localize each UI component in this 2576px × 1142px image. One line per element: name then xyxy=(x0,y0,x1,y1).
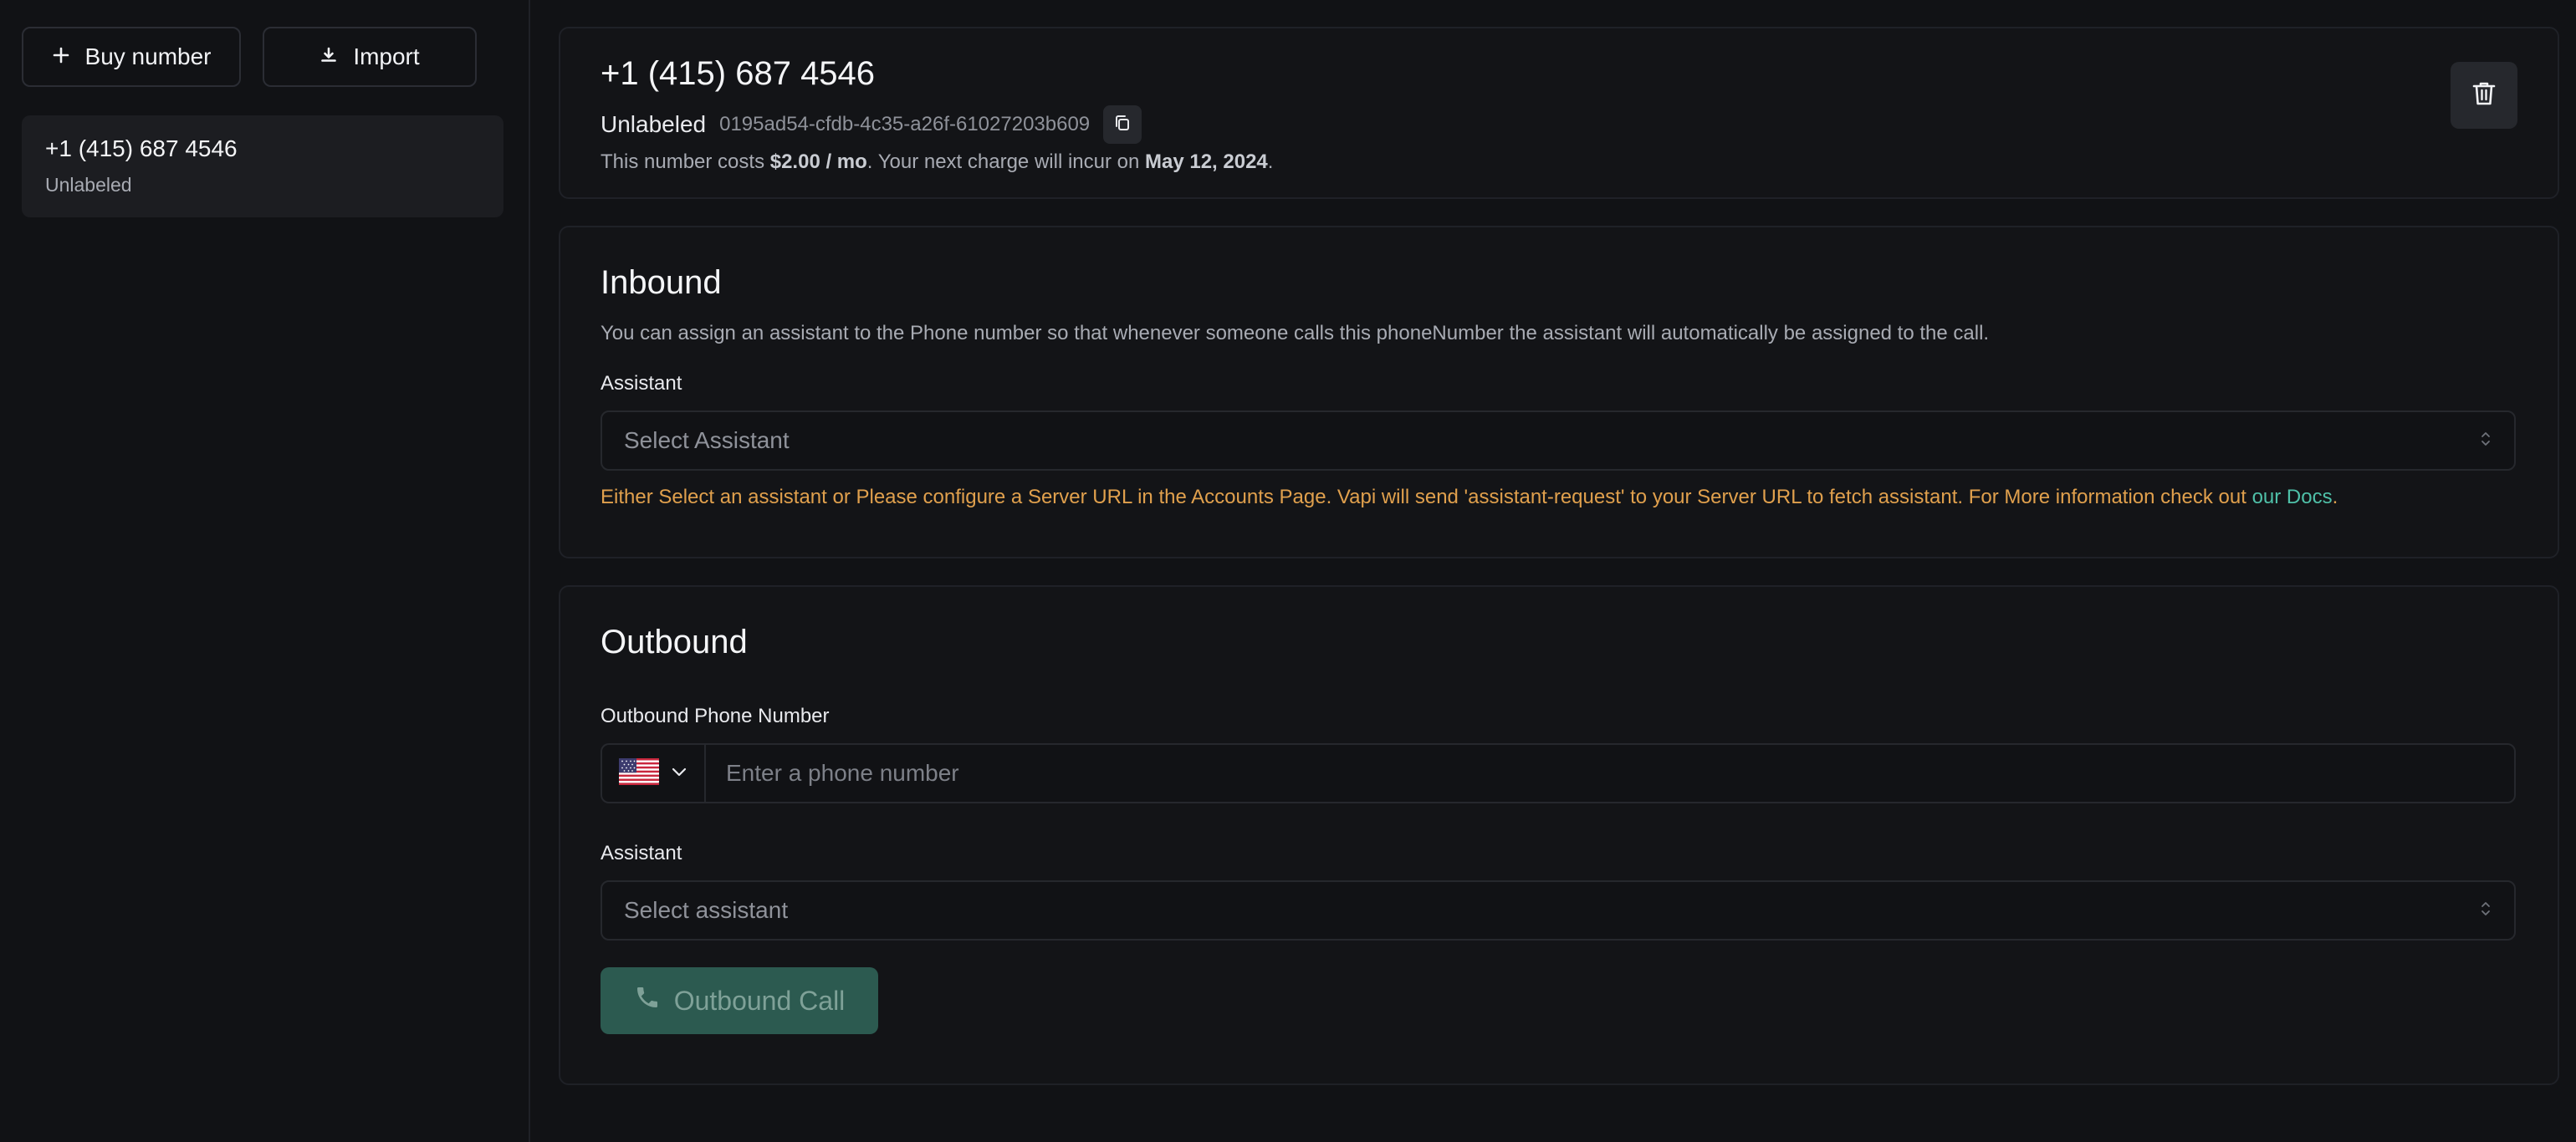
import-label: Import xyxy=(353,43,420,69)
phone-number-list-item[interactable]: +1 (415) 687 4546 Unlabeled xyxy=(22,115,503,217)
inbound-description: You can assign an assistant to the Phone… xyxy=(601,322,1990,344)
warning-text: Either Select an assistant or Please con… xyxy=(601,486,2252,508)
label-row: Unlabeled 0195ad54-cfdb-4c35-a26f-610272… xyxy=(601,105,2517,144)
buy-number-button[interactable]: Buy number xyxy=(22,27,241,87)
chevron-down-icon xyxy=(671,766,687,782)
next-charge-date: May 12, 2024 xyxy=(1145,150,1268,173)
cost-amount: $2.00 / mo xyxy=(769,150,867,173)
inbound-assistant-placeholder: Select Assistant xyxy=(624,427,790,453)
server-url-warning: Either Select an assistant or Please con… xyxy=(601,486,2517,509)
us-flag-icon xyxy=(619,757,659,789)
outbound-phone-label: Outbound Phone Number xyxy=(601,705,830,727)
country-select[interactable] xyxy=(601,743,704,803)
phone-input-row xyxy=(601,743,2516,803)
outbound-call-button[interactable]: Outbound Call xyxy=(601,967,878,1034)
number-label: Unlabeled xyxy=(601,111,707,137)
phone-number-input[interactable] xyxy=(704,743,2516,803)
number-header-card: +1 (415) 687 4546 Unlabeled 0195ad54-cfd… xyxy=(559,27,2559,199)
download-icon xyxy=(319,43,338,70)
main-content: +1 (415) 687 4546 Unlabeled 0195ad54-cfd… xyxy=(530,0,2576,1142)
outbound-call-label: Outbound Call xyxy=(673,985,846,1016)
outbound-assistant-label: Assistant xyxy=(601,842,682,864)
cost-middle: . Your next charge will incur on xyxy=(866,150,1145,173)
copy-id-button[interactable] xyxy=(1103,105,1142,144)
cost-suffix: . xyxy=(1267,150,1274,173)
import-button[interactable]: Import xyxy=(263,27,477,87)
list-item-number: +1 (415) 687 4546 xyxy=(45,135,238,161)
outbound-card: Outbound Outbound Phone Number Enter a p… xyxy=(559,585,2559,1085)
copy-icon xyxy=(1113,114,1132,136)
plus-icon xyxy=(52,43,70,70)
inbound-title: Inbound xyxy=(601,264,722,301)
cost-text: This number costs $2.00 / mo. Your next … xyxy=(601,150,2517,174)
chevron-updown-icon xyxy=(2479,427,2492,454)
inbound-assistant-select[interactable]: Select Assistant xyxy=(601,410,2516,471)
buy-number-label: Buy number xyxy=(84,43,212,69)
trash-icon xyxy=(2471,80,2497,111)
app: Buy number Import +1 (415) 687 4546 Unla… xyxy=(0,0,2576,1142)
page-title: +1 (415) 687 4546 xyxy=(601,55,876,92)
inbound-card: Inbound You can assign an assistant to t… xyxy=(559,226,2559,558)
outbound-assistant-select[interactable]: Select assistant xyxy=(601,880,2516,941)
sidebar: Buy number Import +1 (415) 687 4546 Unla… xyxy=(0,0,530,1142)
phone-icon xyxy=(634,984,661,1017)
warning-end: . xyxy=(2332,486,2338,508)
sidebar-actions: Buy number Import xyxy=(22,27,507,87)
inbound-assistant-label: Assistant xyxy=(601,372,682,395)
cost-prefix: This number costs xyxy=(601,150,770,173)
list-item-label: Unlabeled xyxy=(45,174,132,196)
docs-link[interactable]: our Docs xyxy=(2252,486,2333,508)
chevron-updown-icon xyxy=(2479,897,2492,924)
outbound-assistant-placeholder: Select assistant xyxy=(624,897,789,923)
outbound-title: Outbound xyxy=(601,624,748,660)
number-id: 0195ad54-cfdb-4c35-a26f-61027203b609 xyxy=(719,113,1091,135)
delete-number-button[interactable] xyxy=(2451,62,2517,129)
